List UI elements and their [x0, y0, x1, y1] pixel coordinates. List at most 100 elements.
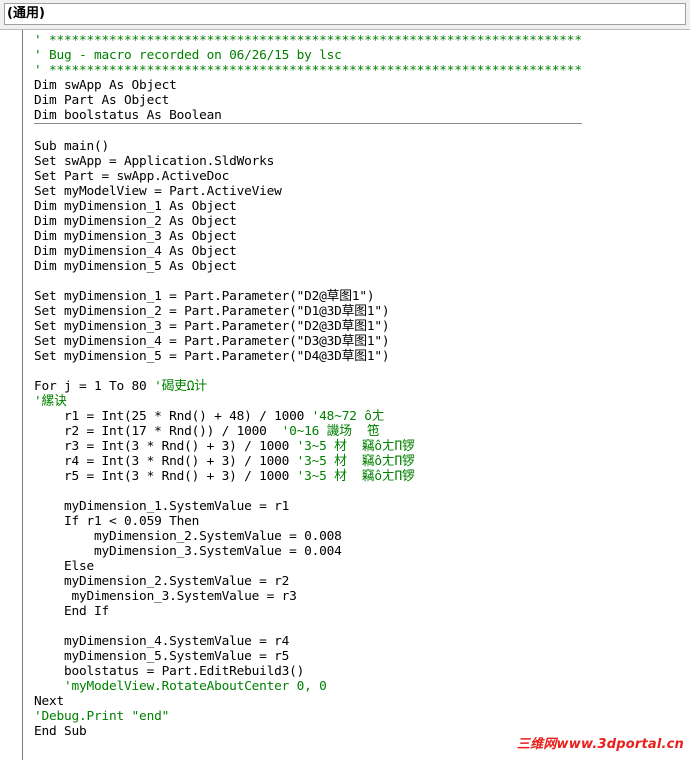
comment-line[interactable]: '縲诀 — [34, 394, 582, 409]
code-line[interactable] — [34, 484, 582, 499]
code-text: Dim myDimension_1 As Object — [34, 199, 237, 214]
code-line[interactable] — [34, 124, 582, 139]
code-line[interactable]: Dim myDimension_3 As Object — [34, 229, 582, 244]
code-line[interactable]: If r1 < 0.059 Then — [34, 514, 582, 529]
code-text: Set myDimension_4 = Part.Parameter("D3@3… — [34, 334, 390, 349]
code-text: Sub main() — [34, 139, 110, 154]
code-text: myDimension_5.SystemValue = r5 — [34, 649, 290, 664]
code-text: 'Debug.Print "end" — [34, 709, 170, 724]
code-line[interactable]: Else — [34, 559, 582, 574]
code-text: r1 = Int(25 * Rnd() + 48) / 1000 — [34, 409, 305, 424]
vba-code-window: (通用) ' *********************************… — [0, 0, 690, 760]
code-line[interactable]: r2 = Int(17 * Rnd()) / 1000 '0~16 譏场 竾 — [34, 424, 582, 439]
code-text: Dim boolstatus As Boolean — [34, 108, 222, 123]
code-text: Dim myDimension_2 As Object — [34, 214, 237, 229]
code-line[interactable]: Sub main() — [34, 139, 582, 154]
code-text: r2 = Int(17 * Rnd()) / 1000 — [34, 424, 267, 439]
code-text: End If — [34, 604, 110, 619]
code-line[interactable]: r1 = Int(25 * Rnd() + 48) / 1000 '48~72 … — [34, 409, 582, 424]
code-line[interactable]: myDimension_2.SystemValue = 0.008 — [34, 529, 582, 544]
code-text: 'myModelView.RotateAboutCenter 0, 0 — [34, 679, 327, 694]
inline-comment: '3~5 材 竊ôㄤΠ锣 — [289, 469, 415, 484]
code-text: Set swApp = Application.SldWorks — [34, 154, 275, 169]
code-text: r3 = Int(3 * Rnd() + 3) / 1000 — [34, 439, 290, 454]
comment-line[interactable]: 'Debug.Print "end" — [34, 709, 582, 724]
code-text: Set myModelView = Part.ActiveView — [34, 184, 282, 199]
code-line[interactable]: Set myModelView = Part.ActiveView — [34, 184, 582, 199]
code-text: For j = 1 To 80 — [34, 379, 147, 394]
code-line[interactable]: myDimension_4.SystemValue = r4 — [34, 634, 582, 649]
code-text: myDimension_2.SystemValue = 0.008 — [34, 529, 342, 544]
code-text: Dim swApp As Object — [34, 78, 177, 93]
inline-comment: '3~5 材 竊ôㄤΠ锣 — [289, 439, 415, 454]
code-line[interactable]: Set myDimension_2 = Part.Parameter("D1@3… — [34, 304, 582, 319]
code-line[interactable]: myDimension_1.SystemValue = r1 — [34, 499, 582, 514]
code-text: Set Part = swApp.ActiveDoc — [34, 169, 230, 184]
code-line[interactable] — [34, 364, 582, 379]
code-text: Dim myDimension_3 As Object — [34, 229, 237, 244]
code-text: myDimension_1.SystemValue = r1 — [34, 499, 290, 514]
code-text: Set myDimension_5 = Part.Parameter("D4@3… — [34, 349, 390, 364]
inline-comment: '碣吏Ω计 — [146, 379, 207, 394]
code-line[interactable]: Dim Part As Object — [34, 93, 582, 108]
code-text: Set myDimension_3 = Part.Parameter("D2@3… — [34, 319, 390, 334]
code-text: myDimension_2.SystemValue = r2 — [34, 574, 290, 589]
code-line[interactable]: r5 = Int(3 * Rnd() + 3) / 1000 '3~5 材 竊ô… — [34, 469, 582, 484]
code-line[interactable]: Set myDimension_3 = Part.Parameter("D2@3… — [34, 319, 582, 334]
code-line[interactable]: r3 = Int(3 * Rnd() + 3) / 1000 '3~5 材 竊ô… — [34, 439, 582, 454]
inline-comment: '0~16 譏场 竾 — [266, 424, 380, 439]
code-line[interactable] — [34, 619, 582, 634]
code-text: ' **************************************… — [34, 33, 582, 48]
code-text: ' **************************************… — [34, 63, 582, 78]
comment-line[interactable]: 'myModelView.RotateAboutCenter 0, 0 — [34, 679, 582, 694]
object-combo-box[interactable]: (通用) — [4, 3, 686, 25]
code-line[interactable]: boolstatus = Part.EditRebuild3() — [34, 664, 582, 679]
code-line[interactable]: myDimension_2.SystemValue = r2 — [34, 574, 582, 589]
code-text: boolstatus = Part.EditRebuild3() — [34, 664, 305, 679]
code-text: r5 = Int(3 * Rnd() + 3) / 1000 — [34, 469, 290, 484]
comment-line[interactable]: ' **************************************… — [34, 63, 582, 78]
comment-line[interactable]: ' Bug - macro recorded on 06/26/15 by ls… — [34, 48, 582, 63]
code-line[interactable]: Dim myDimension_1 As Object — [34, 199, 582, 214]
code-line[interactable]: r4 = Int(3 * Rnd() + 3) / 1000 '3~5 材 竊ô… — [34, 454, 582, 469]
code-text: End Sub — [34, 724, 87, 739]
code-line[interactable]: myDimension_3.SystemValue = 0.004 — [34, 544, 582, 559]
code-line[interactable]: For j = 1 To 80 '碣吏Ω计 — [34, 379, 582, 394]
code-line[interactable]: Dim swApp As Object — [34, 78, 582, 93]
code-text: ' Bug - macro recorded on 06/26/15 by ls… — [34, 48, 342, 63]
code-line[interactable]: Dim myDimension_2 As Object — [34, 214, 582, 229]
code-text: myDimension_3.SystemValue = r3 — [34, 589, 297, 604]
code-line[interactable]: Next — [34, 694, 582, 709]
code-line[interactable]: myDimension_5.SystemValue = r5 — [34, 649, 582, 664]
code-line[interactable]: End If — [34, 604, 582, 619]
code-text: myDimension_3.SystemValue = 0.004 — [34, 544, 342, 559]
code-text: myDimension_4.SystemValue = r4 — [34, 634, 290, 649]
code-line[interactable]: Set myDimension_1 = Part.Parameter("D2@草… — [34, 289, 582, 304]
inline-comment: '48~72 ôㄤ — [304, 409, 385, 424]
code-text: Next — [34, 694, 65, 709]
code-text: Else — [34, 559, 95, 574]
watermark: 三维网www.3dportal.cn — [516, 737, 684, 752]
code-line[interactable]: Dim myDimension_5 As Object — [34, 259, 582, 274]
code-line[interactable]: Set myDimension_5 = Part.Parameter("D4@3… — [34, 349, 582, 364]
object-toolbar: (通用) — [0, 0, 690, 30]
code-text: Dim myDimension_5 As Object — [34, 259, 237, 274]
code-text: Dim Part As Object — [34, 93, 170, 108]
code-lines: ' **************************************… — [34, 33, 582, 739]
comment-line[interactable]: ' **************************************… — [34, 33, 582, 48]
code-text: '縲诀 — [34, 394, 67, 409]
code-line[interactable]: End Sub — [34, 724, 582, 739]
inline-comment: '3~5 材 竊ôㄤΠ锣 — [289, 454, 415, 469]
code-editor[interactable]: ' **************************************… — [23, 30, 690, 760]
code-text: Dim myDimension_4 As Object — [34, 244, 237, 259]
code-text: Set myDimension_1 = Part.Parameter("D2@草… — [34, 289, 375, 304]
code-line[interactable]: Dim boolstatus As Boolean — [34, 108, 582, 124]
code-line[interactable]: myDimension_3.SystemValue = r3 — [34, 589, 582, 604]
code-line[interactable]: Set Part = swApp.ActiveDoc — [34, 169, 582, 184]
code-line[interactable]: Set swApp = Application.SldWorks — [34, 154, 582, 169]
code-text: r4 = Int(3 * Rnd() + 3) / 1000 — [34, 454, 290, 469]
code-line[interactable]: Dim myDimension_4 As Object — [34, 244, 582, 259]
code-text: If r1 < 0.059 Then — [34, 514, 200, 529]
code-line[interactable] — [34, 274, 582, 289]
code-line[interactable]: Set myDimension_4 = Part.Parameter("D3@3… — [34, 334, 582, 349]
